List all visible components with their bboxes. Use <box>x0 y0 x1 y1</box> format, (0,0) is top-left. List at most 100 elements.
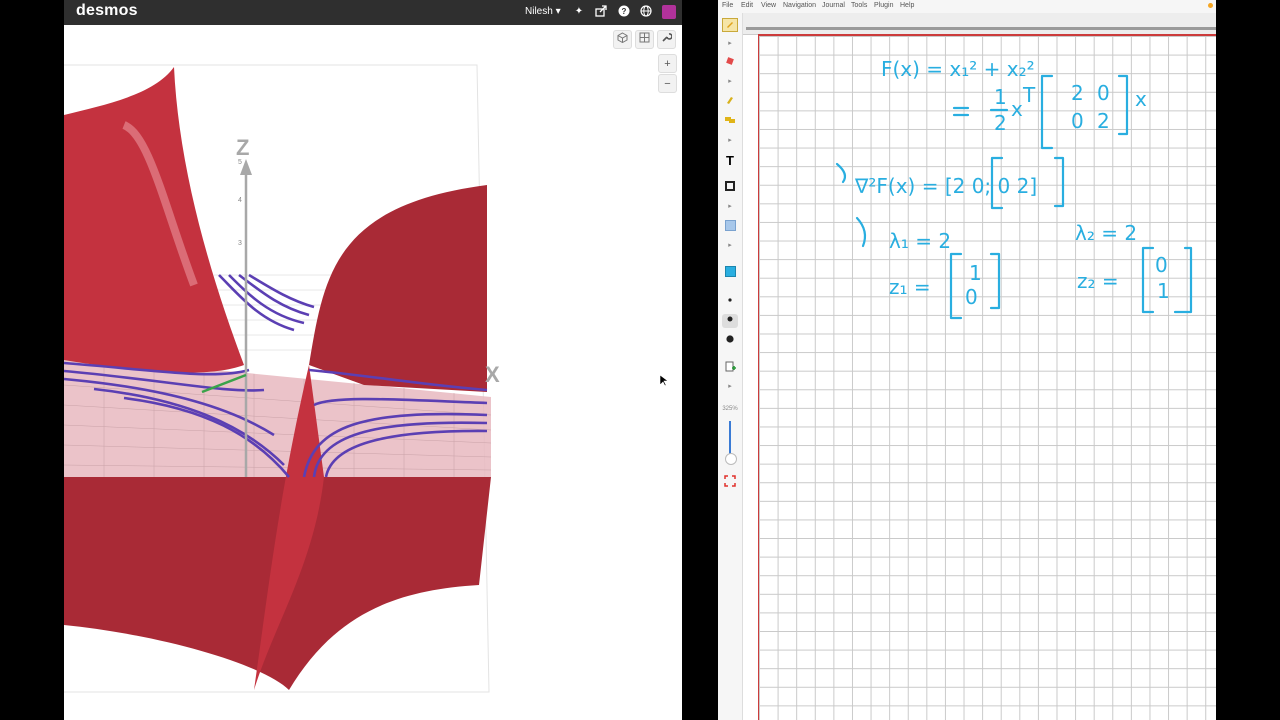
menu-edit[interactable]: Edit <box>741 2 753 9</box>
svg-text:∇²F(x) = [2 0; 0 2]: ∇²F(x) = [2 0; 0 2] <box>854 174 1037 198</box>
eraser-tool-button[interactable] <box>722 56 738 70</box>
fill-square-icon <box>724 220 736 231</box>
page-header-strip <box>742 13 1216 35</box>
svg-text:T: T <box>1022 83 1036 107</box>
pen-size-medium[interactable] <box>722 314 738 328</box>
page-scroll-indicator[interactable] <box>746 27 1216 30</box>
grid-view-button[interactable] <box>635 30 654 49</box>
fullscreen-icon <box>724 475 736 487</box>
svg-text:2: 2 <box>994 111 1007 135</box>
menu-tools[interactable]: Tools <box>851 2 867 9</box>
cube-icon <box>617 32 628 44</box>
rectangle-tool-button[interactable] <box>722 181 738 195</box>
svg-text:x: x <box>1011 97 1023 121</box>
chevron-down-icon: ▾ <box>555 6 561 17</box>
zoom-slider-track[interactable] <box>729 421 731 457</box>
dot-large-icon <box>726 335 734 343</box>
color-swatch-button[interactable] <box>722 266 738 280</box>
help-icon[interactable]: ? <box>617 5 631 19</box>
grid-icon <box>639 32 650 43</box>
svg-text:F(x) = x₁² + x₂²: F(x) = x₁² + x₂² <box>881 57 1035 81</box>
menu-help[interactable]: Help <box>900 2 914 9</box>
wrench-icon <box>662 33 673 42</box>
note-line-5: z₁ = 1 0 z₂ = 0 1 <box>889 246 1193 320</box>
svg-text:λ₁ = 2: λ₁ = 2 <box>889 229 951 253</box>
svg-text:0: 0 <box>1155 253 1168 277</box>
note-line-4: λ₁ = 2 λ₂ = 2 <box>855 216 1137 253</box>
color-swatch-icon <box>724 266 736 277</box>
chevron-right-icon[interactable]: ▸ <box>722 136 738 146</box>
svg-text:λ₂ = 2: λ₂ = 2 <box>1075 221 1137 245</box>
text-tool-icon[interactable]: T <box>722 154 738 168</box>
journal-menubar: File Edit View Navigation Journal Tools … <box>718 0 1216 14</box>
pen-tool-button[interactable] <box>722 18 738 32</box>
x-axis-label: X <box>485 362 500 387</box>
add-page-icon <box>725 361 736 372</box>
dot-medium-icon <box>727 316 733 322</box>
note-line-3: ∇²F(x) = [2 0; 0 2] <box>835 156 1065 210</box>
chevron-right-icon[interactable]: ▸ <box>722 39 738 49</box>
chevron-right-icon[interactable]: ▸ <box>722 241 738 251</box>
z-axis-label: Z <box>236 135 249 160</box>
add-page-button[interactable] <box>722 361 738 375</box>
graph-canvas[interactable]: Z 5 4 3 X + − <box>64 25 682 720</box>
user-menu[interactable]: Nilesh ▾ <box>525 6 561 17</box>
dot-small-icon <box>728 298 732 302</box>
svg-text:2: 2 <box>1097 109 1110 133</box>
svg-text:0: 0 <box>1071 109 1084 133</box>
note-line-1: F(x) = x₁² + x₂² <box>881 57 1035 81</box>
svg-text:2: 2 <box>1071 81 1084 105</box>
mouse-cursor-icon <box>659 374 669 387</box>
app-badge-icon[interactable] <box>662 5 676 19</box>
3d-view-button[interactable] <box>613 30 632 49</box>
eraser-icon <box>726 57 734 65</box>
globe-icon[interactable] <box>639 5 653 19</box>
status-dot <box>1208 3 1213 8</box>
square-outline-icon <box>725 181 735 191</box>
user-name: Nilesh <box>525 6 553 17</box>
desmos-header: desmos Nilesh ▾ ✦ ? <box>64 0 682 25</box>
shape-tool-button[interactable] <box>722 115 738 129</box>
menu-file[interactable]: File <box>722 2 733 9</box>
sparkle-icon[interactable]: ✦ <box>572 5 586 19</box>
chevron-right-icon[interactable]: ▸ <box>722 382 738 392</box>
svg-text:z₁ =: z₁ = <box>889 275 931 299</box>
zoom-out-button[interactable]: − <box>658 74 677 93</box>
chevron-right-icon[interactable]: ▸ <box>722 202 738 212</box>
svg-text:x: x <box>1135 87 1147 111</box>
zoom-in-button[interactable]: + <box>658 54 677 73</box>
journal-page[interactable]: F(x) = x₁² + x₂² 1 2 x T 2 0 0 2 x ∇²F(x… <box>758 34 1216 720</box>
highlighter-icon <box>727 97 733 104</box>
settings-wrench-button[interactable] <box>657 30 676 49</box>
menu-journal[interactable]: Journal <box>822 2 845 9</box>
svg-text:0: 0 <box>1097 81 1110 105</box>
svg-text:1: 1 <box>994 85 1007 109</box>
journal-window: File Edit View Navigation Journal Tools … <box>718 0 1216 720</box>
share-icon[interactable] <box>594 5 608 19</box>
pen-icon <box>727 22 733 28</box>
fullscreen-icon[interactable] <box>722 475 738 489</box>
menu-navigation[interactable]: Navigation <box>783 2 816 9</box>
zoom-slider-handle[interactable] <box>725 453 737 465</box>
fill-tool-button[interactable] <box>722 220 738 234</box>
note-line-2: 1 2 x T 2 0 0 2 x <box>952 74 1147 150</box>
z-tick-4: 4 <box>238 197 242 204</box>
svg-text:1: 1 <box>1157 279 1170 303</box>
highlighter-tool-button[interactable] <box>722 95 738 109</box>
menu-plugin[interactable]: Plugin <box>874 2 893 9</box>
svg-text:z₂ =: z₂ = <box>1077 269 1119 293</box>
graph-3d-svg[interactable]: Z 5 4 3 X <box>64 25 682 720</box>
pen-size-small[interactable] <box>722 294 738 308</box>
zoom-level: 325% <box>722 406 738 412</box>
surface-right <box>309 185 487 392</box>
svg-text:0: 0 <box>965 285 978 309</box>
svg-text:1: 1 <box>969 261 982 285</box>
z-tick-5: 5 <box>238 159 242 166</box>
desmos-logo[interactable]: desmos <box>76 2 138 20</box>
desmos-window: desmos Nilesh ▾ ✦ ? Z 5 4 3 X + − <box>64 0 682 720</box>
menu-view[interactable]: View <box>761 2 776 9</box>
shapes-icon <box>725 117 735 123</box>
chevron-right-icon[interactable]: ▸ <box>722 77 738 87</box>
pen-size-large[interactable] <box>722 334 738 348</box>
handwritten-notes: F(x) = x₁² + x₂² 1 2 x T 2 0 0 2 x ∇²F(x… <box>835 57 1193 320</box>
